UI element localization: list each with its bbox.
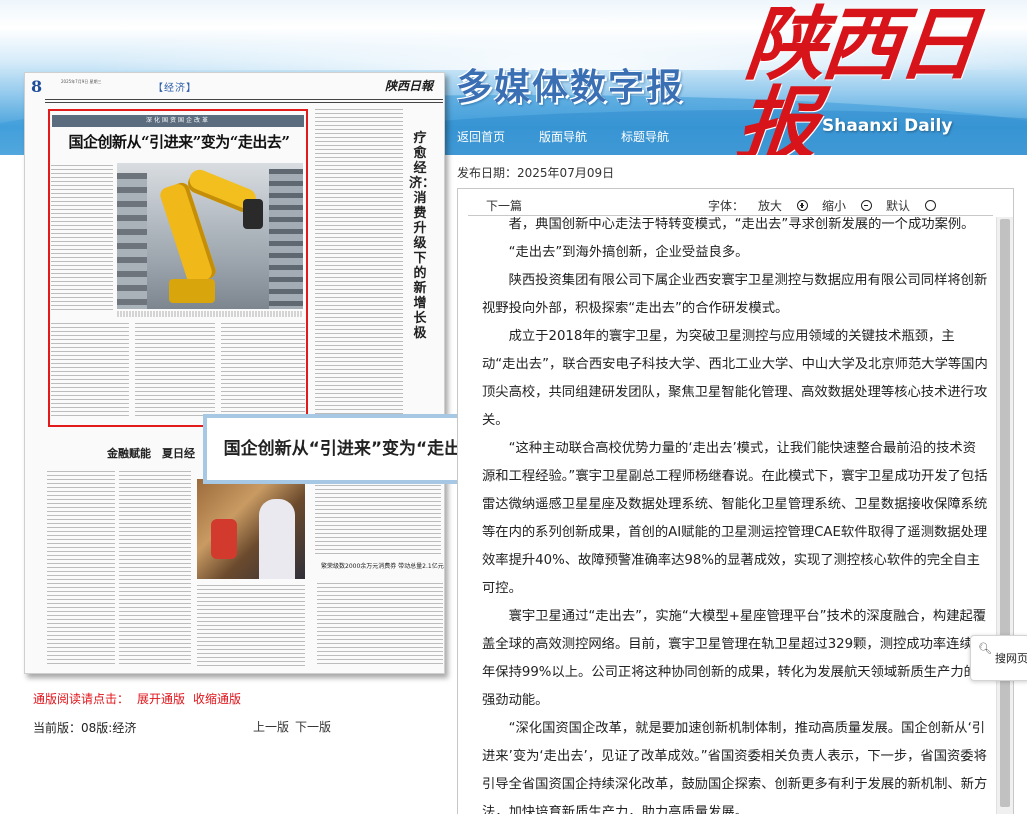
minus-circle-icon (861, 200, 873, 211)
photo-person (259, 499, 295, 579)
font-smaller-label: 缩小 (822, 199, 847, 213)
plus-circle-icon (797, 200, 809, 211)
article-paragraph: 寰宇卫星通过“走出去”，实施“大模型+星座管理平台”技术的深度融合，构建起覆盖全… (482, 609, 987, 708)
photo-caption (117, 311, 303, 317)
article-text-block (221, 323, 305, 419)
article-text-block (135, 323, 215, 419)
read-tip-label: 通版阅读请点击： (33, 692, 130, 706)
article-text-block (51, 323, 129, 419)
toolbar-divider (468, 215, 993, 216)
article-content: 者，典国创新中心走法于特转变模式，“走出去”寻求创新发展的一个成功案例。 “走出… (482, 211, 988, 814)
scrollbar-thumb[interactable] (1000, 219, 1010, 807)
page-rule (45, 102, 443, 103)
photo-shelf (269, 169, 303, 309)
article-text-block (197, 585, 305, 667)
font-default-label: 默认 (886, 199, 911, 213)
article-scrollbar[interactable] (996, 217, 1013, 814)
article-paragraph: 成立于2018年的寰宇卫星，为突破卫星测控与应用领域的关键技术瓶颈，主动“走出去… (482, 329, 988, 428)
nav-page-link[interactable]: 版面导航 (539, 128, 587, 145)
page-section: 【经济】 (153, 83, 197, 94)
font-larger-button[interactable]: 放大 (758, 199, 809, 213)
nav-home-link[interactable]: 返回首页 (457, 128, 505, 145)
page-rule (45, 99, 443, 100)
article-text-block (317, 583, 443, 667)
prev-page-link[interactable]: 上一版 (253, 720, 289, 734)
font-controls: 字体： 放大 缩小 默认 (708, 197, 950, 214)
circle-icon (925, 200, 937, 211)
font-default-button[interactable]: 默认 (886, 199, 937, 213)
font-smaller-button[interactable]: 缩小 (822, 199, 873, 213)
article-text-block (315, 109, 403, 439)
article-paragraph: “走出去”到海外搞创新，企业受益良多。 (508, 245, 749, 260)
publish-date: 发布日期：2025年07月09日 (457, 164, 614, 181)
article-paragraph: “这种主动联合高校优势力量的‘走出去’模式，让我们能快速整合最前沿的技术资源和工… (482, 441, 988, 596)
article-panel: 者，典国创新中心走法于特转变模式，“走出去”寻求创新发展的一个成功案例。 “走出… (457, 188, 1014, 814)
article-paragraph: 陕西投资集团有限公司下属企业西安寰宇卫星测控与数据应用有限公司同样将创新视野投向… (482, 273, 988, 316)
newspaper-page[interactable]: 8 2025年7月9日 星期三 【经济】 陕西日報 深化国资国企改革 国企创新从… (24, 72, 445, 674)
next-page-link[interactable]: 下一版 (295, 720, 331, 734)
article-kicker: 深化国资国企改革 (52, 115, 304, 127)
article-text-block (119, 471, 191, 667)
robot-arm-photo (117, 163, 303, 309)
article-text-block (47, 471, 115, 667)
page-number: 8 (31, 77, 43, 96)
side-headline[interactable]: 疗愈经济：消费升级下的新增长极 (409, 131, 435, 341)
shop-photo (197, 479, 305, 579)
top-nav: 返回首页 版面导航 标题导航 (457, 128, 669, 145)
current-page-label: 当前版：08版:经济 (33, 721, 137, 735)
search-web-label: 搜网页 (995, 652, 1027, 665)
site-logo-en: Shaanxi Daily (822, 116, 953, 136)
photo-shelf (117, 173, 147, 309)
collapse-spread-link[interactable]: 收缩通版 (193, 692, 241, 706)
publish-date-value: 2025年07月09日 (517, 166, 615, 180)
page-brand: 陕西日報 (385, 79, 434, 93)
article-paragraph: “深化国资国企改革，就是要加速创新机制体制，推动高质量发展。国企创新从‘引进来’… (482, 721, 988, 814)
page-date: 2025年7月9日 星期三 (61, 79, 102, 84)
article-text-block (51, 165, 113, 311)
font-label: 字体： (708, 199, 745, 213)
font-larger-label: 放大 (758, 199, 783, 213)
photo-product (211, 519, 237, 559)
next-article-link[interactable]: 下一篇 (486, 197, 522, 214)
publish-date-label: 发布日期： (457, 166, 518, 180)
page-pager: 上一版 下一版 (253, 718, 337, 735)
search-icon: 🔍︎ (978, 642, 992, 655)
robot-base (169, 279, 215, 303)
expand-spread-link[interactable]: 展开通版 (137, 692, 185, 706)
search-web-widget[interactable]: 🔍︎ 搜网页 (970, 635, 1027, 681)
robot-head (243, 199, 263, 229)
read-tip: 通版阅读请点击： 展开通版 收缩通版 (33, 690, 241, 707)
article-toolbar: 下一篇 字体： 放大 缩小 默认 (458, 189, 1013, 217)
nav-title-link[interactable]: 标题导航 (621, 128, 669, 145)
stat-callout: 繁荣级数2000余万元消费券 带动总量2.1亿元 (321, 563, 444, 570)
article-headline[interactable]: 国企创新从“引进来”变为“走出去” (50, 131, 308, 152)
second-headline[interactable]: 金融赋能 夏日经 (107, 445, 195, 461)
media-title: 多媒体数字报 (456, 67, 685, 108)
